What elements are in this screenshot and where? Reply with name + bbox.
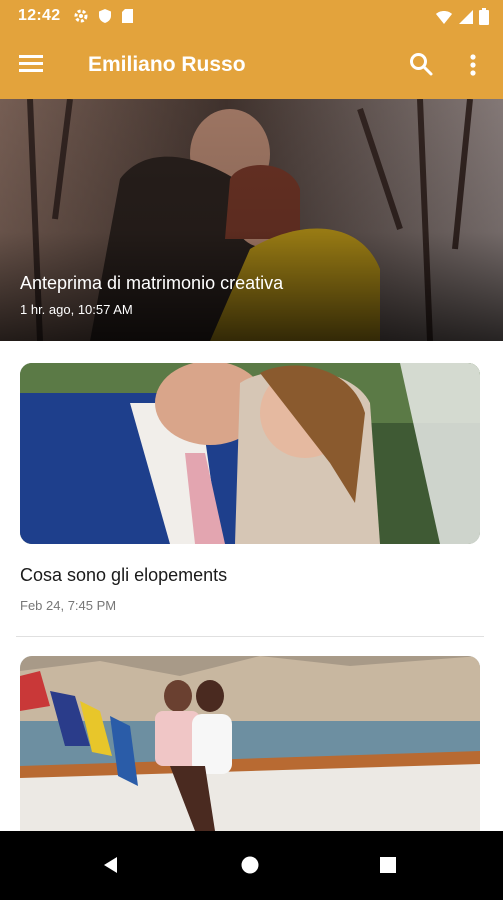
search-button[interactable]: [408, 51, 436, 79]
status-time: 12:42: [18, 7, 61, 24]
hero-title: Anteprima di matrimonio creativa: [20, 273, 284, 293]
post-image[interactable]: [20, 656, 480, 831]
post-title[interactable]: Cosa sono gli elopements: [20, 565, 227, 586]
status-right-icons: [435, 8, 489, 30]
home-icon: [241, 856, 259, 874]
app-bar: Emiliano Russo: [0, 32, 503, 99]
battery-icon: [479, 8, 489, 30]
status-bar: 12:42: [0, 0, 503, 32]
hero-post[interactable]: Anteprima di matrimonio creativa 1 hr. a…: [0, 99, 503, 341]
post-feed: Cosa sono gli elopements Feb 24, 7:45 PM: [0, 341, 503, 831]
more-options-button[interactable]: [463, 52, 483, 80]
more-vert-icon: [470, 54, 476, 76]
gear-icon: [73, 8, 89, 29]
menu-button[interactable]: [18, 52, 48, 78]
back-icon: [104, 857, 117, 873]
recents-icon: [380, 857, 396, 873]
back-button[interactable]: [93, 847, 129, 883]
sd-card-icon: [121, 8, 134, 29]
recents-button[interactable]: [370, 847, 406, 883]
system-nav-bar: [0, 831, 503, 900]
wifi-icon: [435, 9, 453, 30]
status-left-icons: [73, 8, 134, 29]
search-icon: [410, 53, 433, 76]
signal-icon: [458, 9, 474, 30]
post-timestamp: Feb 24, 7:45 PM: [20, 598, 117, 613]
menu-icon: [19, 55, 43, 72]
post-divider: [16, 636, 484, 637]
shield-icon: [98, 8, 112, 29]
post-image[interactable]: [20, 363, 480, 544]
hero-timestamp: 1 hr. ago, 10:57 AM: [20, 302, 133, 317]
page-title: Emiliano Russo: [88, 53, 246, 76]
home-button[interactable]: [232, 847, 268, 883]
